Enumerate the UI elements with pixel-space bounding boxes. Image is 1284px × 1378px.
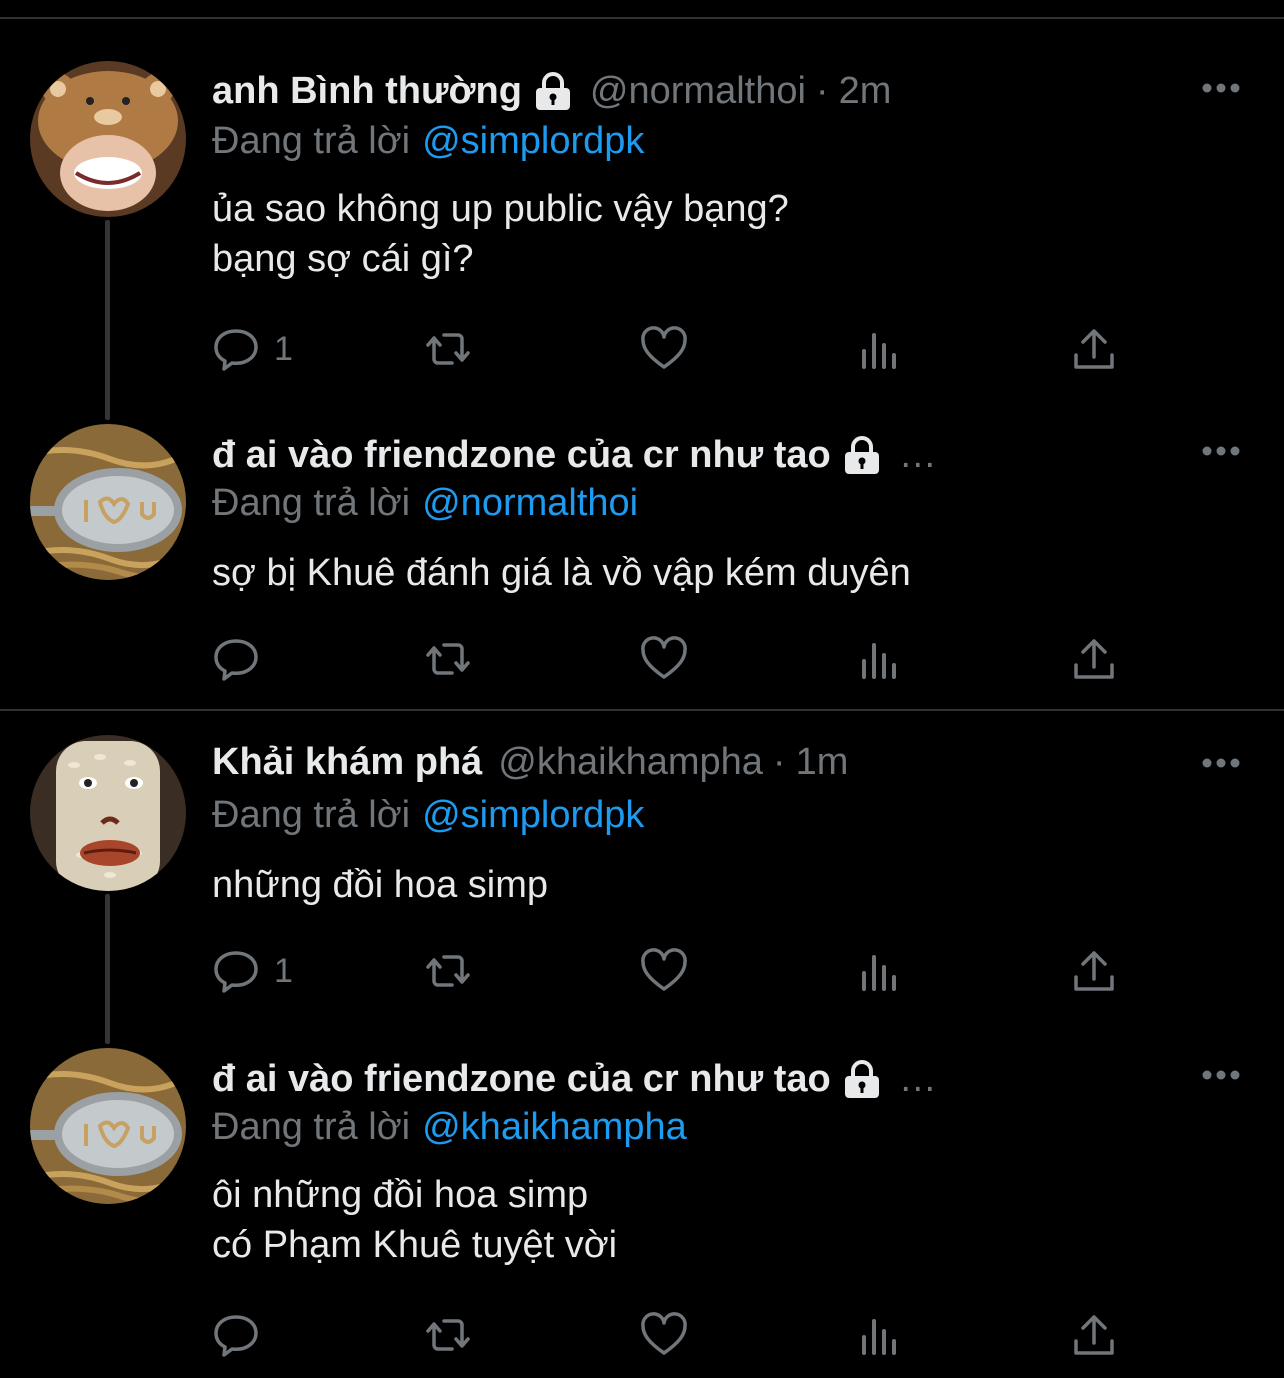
share-button[interactable] [1070, 1310, 1118, 1360]
display-name[interactable]: anh Bình thường [212, 68, 522, 114]
lock-icon [535, 72, 570, 110]
timestamp[interactable]: 2m [839, 68, 892, 114]
spoon-noodles-avatar[interactable] [30, 424, 186, 580]
share-icon [1074, 951, 1114, 991]
retweet-icon [426, 333, 470, 365]
thread-divider [0, 709, 1284, 711]
tweet-line: có Phạm Khuê tuyệt vời [212, 1224, 618, 1266]
analytics-icon [862, 1319, 896, 1355]
reply-icon [214, 951, 258, 993]
replying-to: Đang trả lời @normalthoi [212, 480, 638, 526]
analytics-button[interactable] [856, 1310, 904, 1360]
share-button[interactable] [1070, 634, 1118, 684]
action-bar: 1 [212, 946, 1132, 996]
tweet-line: ôi những đồi hoa simp [212, 1174, 589, 1216]
share-button[interactable] [1070, 946, 1118, 996]
tweet-text: sợ bị Khuê đánh giá là vồ vập kém duyên [212, 548, 911, 598]
action-bar: 1 [212, 324, 1132, 374]
reply-count: 1 [274, 329, 293, 368]
share-icon [1074, 329, 1114, 369]
replying-to: Đang trả lời @simplordpk [212, 118, 644, 164]
share-icon [1074, 1315, 1114, 1355]
tweet-line: ủa sao không up public vậy bạng? [212, 188, 789, 230]
analytics-button[interactable] [856, 946, 904, 996]
reply-button[interactable]: 1 [212, 946, 293, 996]
tweet-text: ủa sao không up public vậy bạng? bạng sợ… [212, 184, 789, 284]
dot-separator: · [772, 741, 786, 783]
display-name[interactable]: đ ai vào friendzone của cr như tao [212, 1056, 831, 1102]
reply-icon [214, 1315, 258, 1357]
mention-link[interactable]: @simplordpk [422, 120, 644, 162]
more-options-icon[interactable] [1200, 753, 1242, 773]
reply-button[interactable] [212, 1310, 274, 1360]
share-icon [1074, 639, 1114, 679]
like-button[interactable] [640, 324, 688, 374]
replying-prefix: Đang trả lời [212, 1106, 411, 1148]
dot-separator: · [815, 70, 829, 112]
mention-link[interactable]: @normalthoi [422, 482, 638, 524]
truncation-ellipsis: … [898, 434, 937, 476]
retweet-button[interactable] [424, 946, 472, 996]
replying-to: Đang trả lời @simplordpk [212, 792, 644, 838]
tweet-line: bạng sợ cái gì? [212, 238, 474, 280]
replying-prefix: Đang trả lời [212, 120, 411, 162]
analytics-button[interactable] [856, 634, 904, 684]
analytics-button[interactable] [856, 324, 904, 374]
user-handle[interactable]: @khaikhampha [498, 739, 763, 785]
tweet-text: ôi những đồi hoa simp có Phạm Khuê tuyệt… [212, 1170, 617, 1270]
mention-link[interactable]: @khaikhampha [422, 1106, 687, 1148]
mention-link[interactable]: @simplordpk [422, 794, 644, 836]
spoon-noodles-avatar[interactable] [30, 1048, 186, 1204]
tweet-line: những đồi hoa simp [212, 864, 548, 906]
display-name[interactable]: đ ai vào friendzone của cr như tao [212, 432, 831, 478]
display-name[interactable]: Khải khám phá [212, 739, 482, 785]
retweet-button[interactable] [424, 634, 472, 684]
retweet-button[interactable] [424, 1310, 472, 1360]
retweet-icon [426, 1319, 470, 1351]
tweet-line: sợ bị Khuê đánh giá là vồ vập kém duyên [212, 552, 911, 594]
retweet-icon [426, 955, 470, 987]
lock-icon [844, 436, 879, 474]
reply-icon [214, 639, 258, 681]
reply-button[interactable]: 1 [212, 324, 293, 374]
lock-icon [844, 1060, 879, 1098]
analytics-icon [862, 333, 896, 369]
retweet-button[interactable] [424, 324, 472, 374]
heart-icon [641, 636, 687, 679]
share-button[interactable] [1070, 324, 1118, 374]
timestamp[interactable]: 1m [796, 739, 849, 785]
thread-line [105, 220, 110, 420]
heart-icon [641, 326, 687, 369]
analytics-icon [862, 643, 896, 679]
tweet-text: những đồi hoa simp [212, 860, 548, 910]
user-handle[interactable]: @normalthoi [590, 68, 806, 114]
top-divider [0, 17, 1284, 19]
replying-prefix: Đang trả lời [212, 794, 411, 836]
more-options-icon[interactable] [1200, 441, 1242, 461]
action-bar [212, 1310, 1132, 1360]
replying-to: Đang trả lời @khaikhampha [212, 1104, 687, 1150]
bear-hat-avatar[interactable] [30, 61, 186, 217]
thread-line [105, 894, 110, 1044]
reply-button[interactable] [212, 634, 274, 684]
replying-prefix: Đang trả lời [212, 482, 411, 524]
action-bar [212, 634, 1132, 684]
more-options-icon[interactable] [1200, 1065, 1242, 1085]
heart-icon [641, 948, 687, 991]
rice-face-avatar[interactable] [30, 735, 186, 891]
reply-icon [214, 329, 258, 371]
retweet-icon [426, 643, 470, 675]
like-button[interactable] [640, 1310, 688, 1360]
heart-icon [641, 1312, 687, 1355]
truncation-ellipsis: … [898, 1058, 937, 1100]
more-options-icon[interactable] [1200, 78, 1242, 98]
like-button[interactable] [640, 946, 688, 996]
like-button[interactable] [640, 634, 688, 684]
reply-count: 1 [274, 951, 293, 990]
analytics-icon [862, 955, 896, 991]
